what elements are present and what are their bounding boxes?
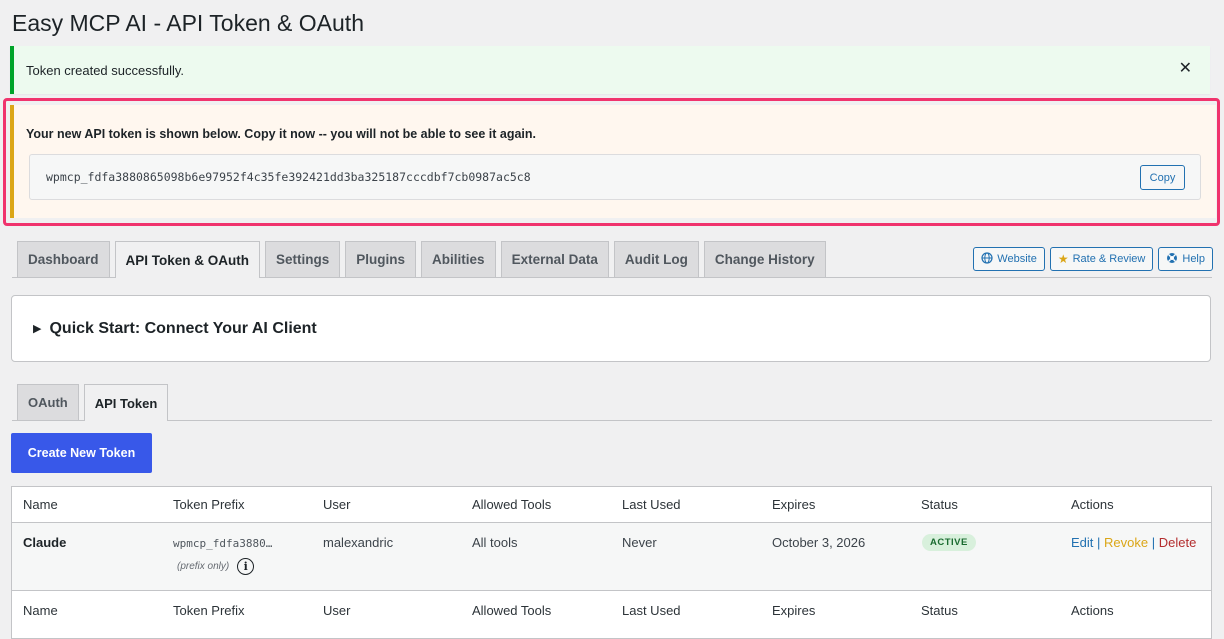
delete-link[interactable]: Delete: [1159, 535, 1197, 550]
help-button[interactable]: Help: [1158, 247, 1213, 271]
quick-start-toggle[interactable]: ▶ Quick Start: Connect Your AI Client: [11, 295, 1211, 362]
token-value[interactable]: wpmcp_fdfa3880865098b6e97952f4c35fe39242…: [46, 170, 531, 184]
col-status[interactable]: Status: [921, 497, 958, 512]
action-separator: |: [1151, 535, 1156, 550]
sub-tab-divider: [12, 420, 1212, 421]
token-prefix: wpmcp_fdfa3880…: [173, 537, 273, 550]
star-icon: ★: [1057, 252, 1069, 266]
table-footer-row: Name Token Prefix User Allowed Tools Las…: [12, 590, 1211, 630]
token-display: wpmcp_fdfa3880865098b6e97952f4c35fe39242…: [29, 154, 1201, 200]
token-notice: Your new API token is shown below. Copy …: [10, 105, 1216, 218]
col-user[interactable]: User: [323, 497, 350, 512]
success-message: Token created successfully.: [26, 62, 184, 78]
token-last-used: Never: [622, 535, 657, 550]
success-notice: Token created successfully. ✕: [10, 46, 1210, 94]
tab-dashboard[interactable]: Dashboard: [17, 241, 110, 277]
prefix-note: (prefix only) i: [177, 558, 255, 575]
status-badge: ACTIVE: [922, 534, 976, 551]
foot-col-last-used[interactable]: Last Used: [622, 603, 681, 618]
tab-change-history[interactable]: Change History: [703, 241, 826, 277]
tab-abilities[interactable]: Abilities: [421, 241, 496, 277]
col-last-used[interactable]: Last Used: [622, 497, 681, 512]
tab-api-token-oauth[interactable]: API Token & OAuth: [114, 241, 261, 278]
tab-external-data[interactable]: External Data: [500, 241, 609, 277]
main-nav-tabs: Dashboard API Token & OAuth Settings Plu…: [17, 241, 826, 278]
sub-tabs: OAuth API Token: [17, 384, 169, 421]
tab-settings[interactable]: Settings: [265, 241, 341, 277]
col-actions[interactable]: Actions: [1071, 497, 1114, 512]
help-label: Help: [1182, 253, 1205, 265]
website-button[interactable]: Website: [973, 247, 1045, 271]
close-icon[interactable]: ✕: [1179, 60, 1192, 78]
foot-col-expires[interactable]: Expires: [772, 603, 815, 618]
foot-col-user[interactable]: User: [323, 603, 350, 618]
foot-col-status[interactable]: Status: [921, 603, 958, 618]
foot-col-allowed-tools[interactable]: Allowed Tools: [472, 603, 551, 618]
token-expires: October 3, 2026: [772, 535, 866, 550]
prefix-note-text: (prefix only): [177, 561, 230, 572]
revoke-link[interactable]: Revoke: [1104, 535, 1148, 550]
tab-audit-log[interactable]: Audit Log: [613, 241, 699, 277]
table-row: Claude wpmcp_fdfa3880… (prefix only) i m…: [12, 523, 1211, 590]
website-label: Website: [997, 253, 1037, 265]
col-expires[interactable]: Expires: [772, 497, 815, 512]
external-links: Website ★ Rate & Review Help: [973, 247, 1213, 271]
rate-review-button[interactable]: ★ Rate & Review: [1049, 247, 1154, 271]
foot-col-actions[interactable]: Actions: [1071, 603, 1114, 618]
foot-col-name[interactable]: Name: [23, 603, 58, 618]
token-user: malexandric: [323, 535, 394, 550]
actions-cell: Edit | Revoke | Delete: [1071, 535, 1196, 550]
action-separator: |: [1097, 535, 1101, 550]
token-warning: Your new API token is shown below. Copy …: [26, 127, 536, 141]
foot-col-token-prefix[interactable]: Token Prefix: [173, 603, 245, 618]
quick-start-label: Quick Start: Connect Your AI Client: [49, 319, 317, 337]
col-name[interactable]: Name: [23, 497, 58, 512]
triangle-right-icon: ▶: [33, 323, 42, 335]
token-allowed-tools: All tools: [472, 535, 518, 550]
table-header-row: Name Token Prefix User Allowed Tools Las…: [12, 487, 1211, 523]
rate-review-label: Rate & Review: [1072, 253, 1146, 265]
token-name: Claude: [23, 535, 67, 550]
globe-icon: [981, 252, 993, 266]
tokens-table: Name Token Prefix User Allowed Tools Las…: [11, 486, 1212, 639]
copy-button[interactable]: Copy: [1140, 165, 1185, 190]
tab-plugins[interactable]: Plugins: [345, 241, 417, 277]
edit-link[interactable]: Edit: [1071, 535, 1093, 550]
lifebuoy-icon: [1166, 252, 1178, 266]
tab-api-token[interactable]: API Token: [83, 384, 169, 421]
create-new-token-button[interactable]: Create New Token: [11, 433, 152, 473]
page-title: Easy MCP AI - API Token & OAuth: [12, 10, 364, 36]
info-icon[interactable]: i: [237, 558, 255, 575]
status-cell: ACTIVE: [922, 533, 976, 551]
col-token-prefix[interactable]: Token Prefix: [173, 497, 245, 512]
col-allowed-tools[interactable]: Allowed Tools: [472, 497, 551, 512]
tab-oauth[interactable]: OAuth: [17, 384, 79, 420]
